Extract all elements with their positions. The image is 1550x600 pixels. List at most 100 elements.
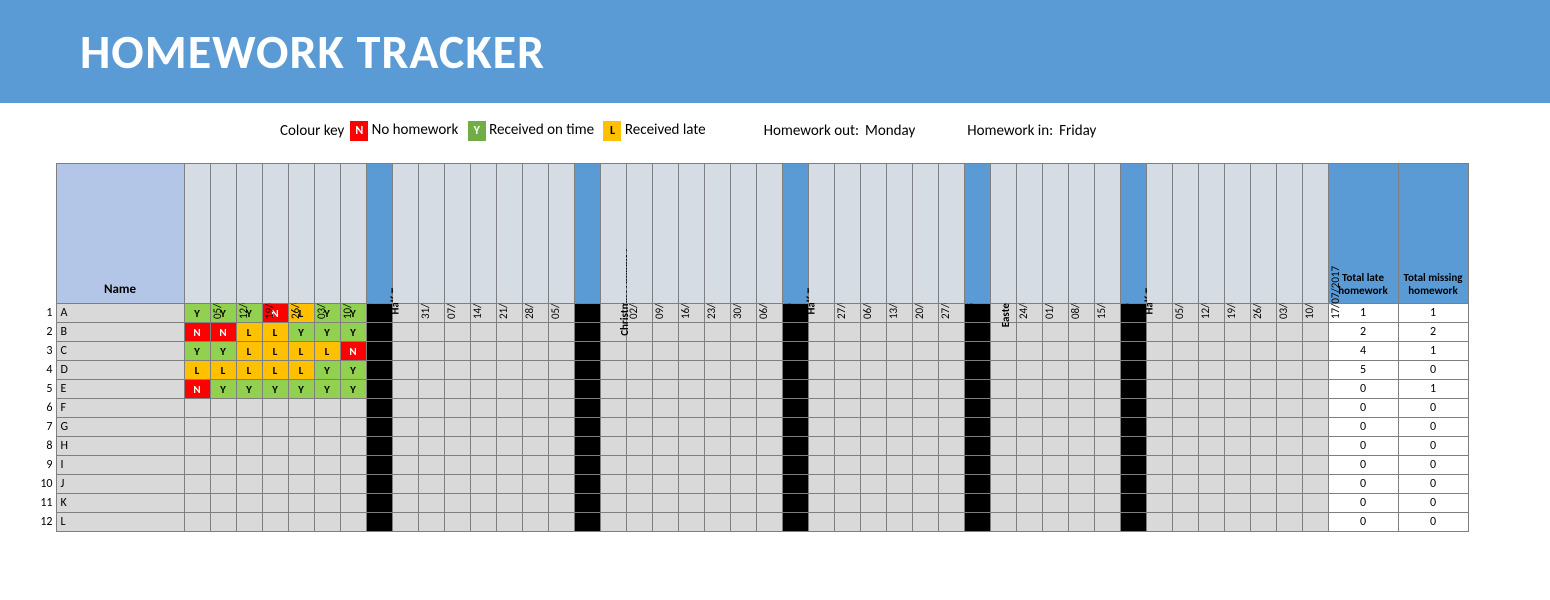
mark-cell[interactable] xyxy=(1146,475,1172,494)
mark-cell[interactable] xyxy=(392,361,418,380)
mark-cell[interactable] xyxy=(288,437,314,456)
mark-cell[interactable] xyxy=(1224,456,1250,475)
mark-cell[interactable] xyxy=(756,456,782,475)
mark-cell[interactable] xyxy=(704,418,730,437)
mark-cell[interactable] xyxy=(600,513,626,532)
mark-cell[interactable] xyxy=(938,342,964,361)
mark-cell[interactable]: L xyxy=(262,361,288,380)
mark-cell[interactable] xyxy=(496,342,522,361)
mark-cell[interactable] xyxy=(340,513,366,532)
mark-cell[interactable] xyxy=(1146,323,1172,342)
mark-cell[interactable] xyxy=(1172,323,1198,342)
mark-cell[interactable] xyxy=(756,418,782,437)
mark-cell[interactable] xyxy=(470,380,496,399)
mark-cell[interactable] xyxy=(1146,380,1172,399)
mark-cell[interactable] xyxy=(288,456,314,475)
mark-cell[interactable] xyxy=(1172,399,1198,418)
mark-cell[interactable] xyxy=(470,513,496,532)
mark-cell[interactable] xyxy=(1276,380,1302,399)
mark-cell[interactable] xyxy=(678,437,704,456)
mark-cell[interactable]: N xyxy=(184,380,210,399)
mark-cell[interactable] xyxy=(1172,380,1198,399)
mark-cell[interactable] xyxy=(522,399,548,418)
mark-cell[interactable] xyxy=(860,323,886,342)
mark-cell[interactable] xyxy=(600,475,626,494)
mark-cell[interactable] xyxy=(1042,361,1068,380)
mark-cell[interactable] xyxy=(1224,361,1250,380)
mark-cell[interactable] xyxy=(184,399,210,418)
mark-cell[interactable] xyxy=(444,456,470,475)
mark-cell[interactable] xyxy=(678,399,704,418)
mark-cell[interactable] xyxy=(1224,399,1250,418)
mark-cell[interactable] xyxy=(1302,342,1328,361)
mark-cell[interactable] xyxy=(1146,437,1172,456)
mark-cell[interactable] xyxy=(886,494,912,513)
mark-cell[interactable] xyxy=(1224,437,1250,456)
mark-cell[interactable] xyxy=(704,513,730,532)
mark-cell[interactable] xyxy=(314,399,340,418)
mark-cell[interactable] xyxy=(496,494,522,513)
mark-cell[interactable] xyxy=(1016,361,1042,380)
mark-cell[interactable] xyxy=(418,437,444,456)
mark-cell[interactable] xyxy=(1068,323,1094,342)
name-cell[interactable]: I xyxy=(56,456,184,475)
mark-cell[interactable] xyxy=(652,418,678,437)
mark-cell[interactable] xyxy=(1276,437,1302,456)
mark-cell[interactable] xyxy=(756,361,782,380)
mark-cell[interactable] xyxy=(990,494,1016,513)
mark-cell[interactable] xyxy=(444,494,470,513)
name-cell[interactable]: A xyxy=(56,304,184,323)
mark-cell[interactable] xyxy=(1198,513,1224,532)
mark-cell[interactable]: L xyxy=(314,342,340,361)
mark-cell[interactable] xyxy=(860,494,886,513)
mark-cell[interactable]: Y xyxy=(288,323,314,342)
mark-cell[interactable]: L xyxy=(288,361,314,380)
mark-cell[interactable] xyxy=(548,513,574,532)
mark-cell[interactable] xyxy=(600,361,626,380)
mark-cell[interactable] xyxy=(1224,380,1250,399)
mark-cell[interactable] xyxy=(860,437,886,456)
mark-cell[interactable] xyxy=(600,494,626,513)
mark-cell[interactable] xyxy=(184,418,210,437)
mark-cell[interactable] xyxy=(834,494,860,513)
mark-cell[interactable] xyxy=(444,475,470,494)
mark-cell[interactable] xyxy=(730,342,756,361)
mark-cell[interactable] xyxy=(938,437,964,456)
mark-cell[interactable] xyxy=(288,494,314,513)
mark-cell[interactable] xyxy=(1146,399,1172,418)
mark-cell[interactable] xyxy=(834,418,860,437)
mark-cell[interactable] xyxy=(522,456,548,475)
mark-cell[interactable] xyxy=(704,323,730,342)
mark-cell[interactable] xyxy=(418,418,444,437)
mark-cell[interactable] xyxy=(1094,399,1120,418)
mark-cell[interactable]: L xyxy=(236,323,262,342)
mark-cell[interactable] xyxy=(600,342,626,361)
mark-cell[interactable] xyxy=(938,418,964,437)
mark-cell[interactable] xyxy=(808,380,834,399)
mark-cell[interactable] xyxy=(678,513,704,532)
mark-cell[interactable] xyxy=(1042,494,1068,513)
mark-cell[interactable] xyxy=(756,342,782,361)
mark-cell[interactable] xyxy=(444,380,470,399)
mark-cell[interactable] xyxy=(730,475,756,494)
mark-cell[interactable] xyxy=(262,437,288,456)
mark-cell[interactable] xyxy=(1276,361,1302,380)
mark-cell[interactable] xyxy=(938,361,964,380)
mark-cell[interactable] xyxy=(1016,475,1042,494)
mark-cell[interactable] xyxy=(548,437,574,456)
mark-cell[interactable] xyxy=(1198,437,1224,456)
mark-cell[interactable] xyxy=(1224,513,1250,532)
mark-cell[interactable] xyxy=(912,342,938,361)
mark-cell[interactable]: L xyxy=(262,342,288,361)
mark-cell[interactable] xyxy=(548,399,574,418)
mark-cell[interactable] xyxy=(1146,456,1172,475)
mark-cell[interactable] xyxy=(1302,380,1328,399)
name-cell[interactable]: J xyxy=(56,475,184,494)
mark-cell[interactable] xyxy=(288,475,314,494)
mark-cell[interactable] xyxy=(184,456,210,475)
mark-cell[interactable] xyxy=(808,513,834,532)
mark-cell[interactable] xyxy=(314,513,340,532)
name-cell[interactable]: H xyxy=(56,437,184,456)
mark-cell[interactable] xyxy=(626,380,652,399)
mark-cell[interactable] xyxy=(860,380,886,399)
